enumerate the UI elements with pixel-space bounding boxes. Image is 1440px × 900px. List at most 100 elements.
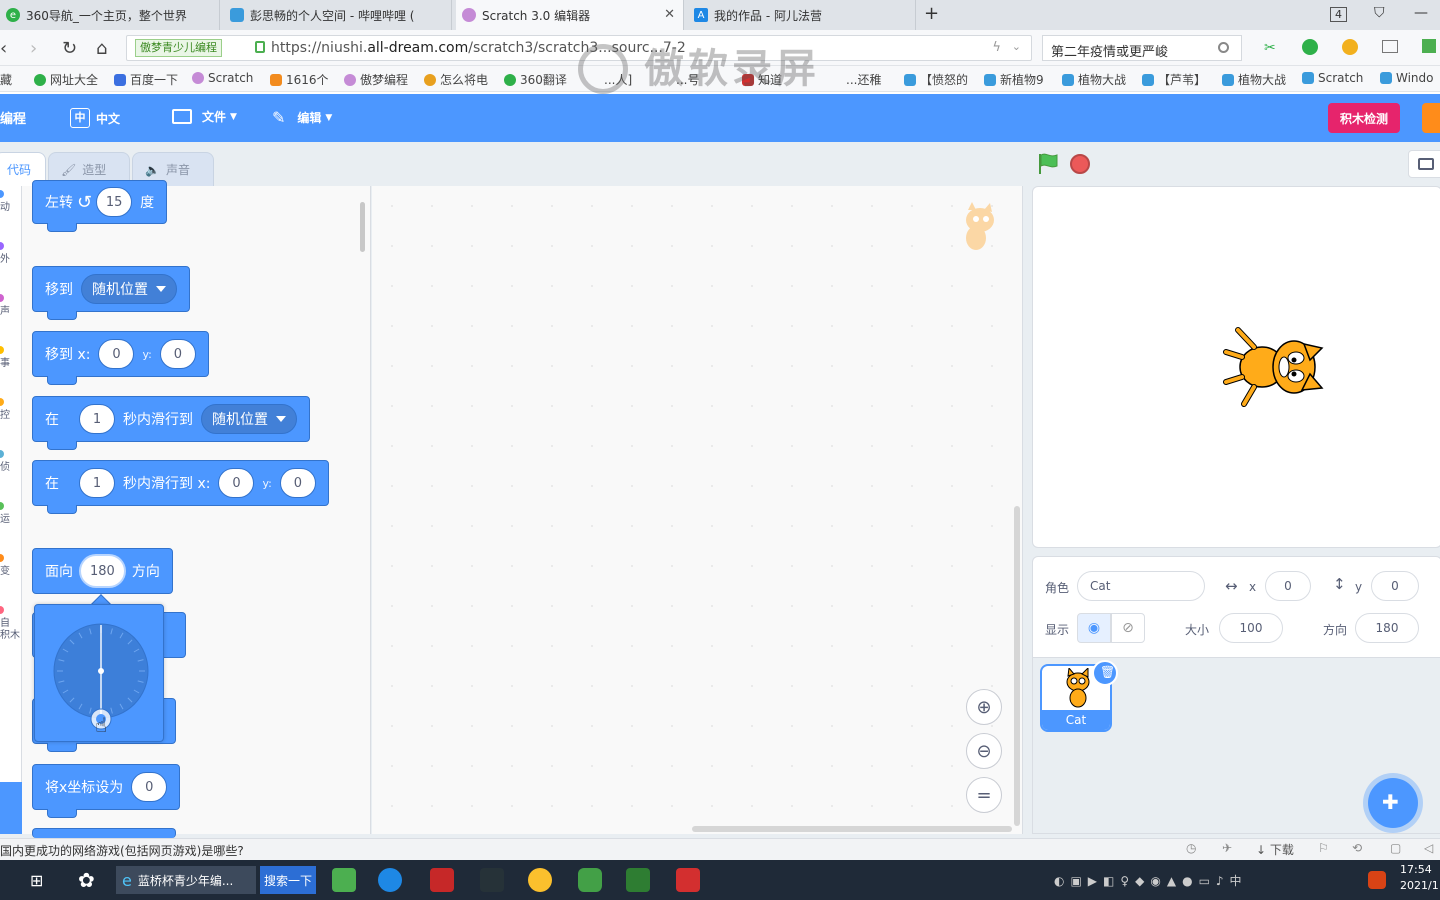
category-events[interactable]: 事 <box>0 346 10 369</box>
bookmark-item[interactable]: ...还稚 <box>846 71 881 88</box>
pin-icon[interactable]: ✈ <box>1222 841 1232 855</box>
history-icon[interactable]: ⟲ <box>1352 841 1362 855</box>
bookmark-item[interactable]: Scratch <box>1302 71 1363 85</box>
show-sprite-button[interactable]: ◉ <box>1077 613 1111 643</box>
coin-icon[interactable] <box>1342 39 1358 55</box>
block-goto-xy[interactable]: 移到 x: 0 y: 0 <box>32 331 209 385</box>
block-next[interactable] <box>32 828 176 838</box>
minimize-icon[interactable]: — <box>1414 5 1428 21</box>
workspace-hscrollbar[interactable] <box>692 826 1012 832</box>
hide-sprite-button[interactable]: ⊘ <box>1111 613 1145 643</box>
add-sprite-button[interactable]: ✚ <box>1368 778 1418 828</box>
sprite-name-input[interactable]: Cat <box>1077 571 1205 601</box>
sprite-size-input[interactable]: 100 <box>1219 613 1283 643</box>
download-item[interactable]: ↓ 下载 <box>1256 841 1294 858</box>
taskbar-app-ie[interactable]: e 蓝桥杯青少年编... <box>116 866 256 894</box>
bookmark-item[interactable]: 【芦苇】 <box>1142 71 1206 88</box>
workspace-vscrollbar[interactable] <box>1014 506 1020 826</box>
360-browser-icon[interactable] <box>332 868 356 892</box>
bird-icon[interactable] <box>480 868 504 892</box>
system-clock[interactable]: 17:54 2021/1 <box>1400 862 1440 894</box>
wechat-icon[interactable] <box>578 868 602 892</box>
reload-icon[interactable]: ↻ <box>62 38 77 59</box>
block-glide-xy[interactable]: 在 1 秒内滑行到 x: 0 y: 0 <box>32 460 329 514</box>
code-workspace[interactable]: ⊕ ⊖ = <box>372 186 1023 834</box>
bookmark-item[interactable]: 百度一下 <box>114 71 178 88</box>
category-control[interactable]: 控 <box>0 398 10 421</box>
goto-target-dropdown[interactable]: 随机位置 <box>81 274 177 304</box>
bookmark-item[interactable]: 1616个 <box>270 71 329 88</box>
scissors-icon[interactable]: ✂ <box>1264 40 1276 56</box>
bookmark-item[interactable]: 植物大战 <box>1222 71 1286 88</box>
category-variables[interactable]: 变 <box>0 554 10 577</box>
search-input[interactable]: 第二年疫情或更严峻 <box>1042 35 1242 61</box>
status-text[interactable]: 国内更成功的网络游戏(包括网页游戏)是哪些? <box>0 842 244 859</box>
bookmark-item[interactable]: 傲梦编程 <box>344 71 408 88</box>
red-app-icon[interactable] <box>676 868 700 892</box>
chevron-down-icon[interactable]: ⌄ <box>1012 40 1021 53</box>
ime-icon[interactable] <box>1368 871 1386 889</box>
recorder-icon[interactable] <box>430 868 454 892</box>
sound-icon[interactable]: ◁ <box>1424 841 1433 855</box>
tab-bilibili[interactable]: 彭思畅的个人空间 - 哔哩哔哩 ( <box>224 0 452 30</box>
task-view-icon[interactable]: ⊞ <box>30 866 43 894</box>
bookmark-item[interactable]: 360翻译 <box>504 71 567 88</box>
category-sensing[interactable]: 侦 <box>0 450 10 473</box>
language-menu[interactable]: 中 中文 <box>70 108 120 128</box>
stop-icon[interactable] <box>1070 154 1090 174</box>
sprite-x-input[interactable]: 0 <box>1265 571 1311 601</box>
zoom-reset-button[interactable]: = <box>966 777 1002 813</box>
shirt-icon[interactable]: ⛉ <box>1374 5 1385 21</box>
tab-count-badge[interactable]: 4 <box>1330 7 1347 22</box>
close-icon[interactable]: ✕ <box>664 7 675 22</box>
goto-y-input[interactable]: 0 <box>159 339 196 369</box>
file-menu[interactable]: 文件 ▼ <box>172 108 237 125</box>
category-operators[interactable]: 运 <box>0 502 10 525</box>
url-input[interactable]: 傲梦青少儿编程 https://niushi.all-dream.com/scr… <box>126 35 1032 61</box>
glide-y-input[interactable]: 0 <box>279 468 316 498</box>
window-icon[interactable]: ▢ <box>1390 841 1401 855</box>
glide-x-input[interactable]: 0 <box>218 468 255 498</box>
sprite-direction-input[interactable]: 180 <box>1355 613 1419 643</box>
tab-scratch-editor[interactable]: Scratch 3.0 编辑器 ✕ <box>456 0 684 30</box>
palette-scrollbar[interactable] <box>360 202 365 252</box>
block-goto[interactable]: 移到 随机位置 <box>32 266 190 320</box>
zoom-in-button[interactable]: ⊕ <box>966 689 1002 725</box>
bookmark-item[interactable]: Windo <box>1380 71 1434 85</box>
category-motion[interactable]: 动 <box>0 190 10 213</box>
glide-xy-secs-input[interactable]: 1 <box>79 468 115 498</box>
block-set-x[interactable]: 将x坐标设为 0 <box>32 764 181 818</box>
block-turn-left[interactable]: 左转 ↺ 15 度 <box>32 180 168 232</box>
translate-icon[interactable] <box>1302 39 1318 55</box>
glide-secs-input[interactable]: 1 <box>79 404 115 434</box>
bookmark-item[interactable]: 怎么将电 <box>424 71 488 88</box>
apps-icon[interactable] <box>1422 39 1436 53</box>
stage-size-toggle[interactable] <box>1408 150 1440 178</box>
sprite-y-input[interactable]: 0 <box>1371 571 1419 601</box>
pinwheel-icon[interactable]: ✿ <box>78 866 95 894</box>
delete-sprite-button[interactable]: 🗑 <box>1092 660 1118 686</box>
category-extension[interactable]: 积木 <box>0 626 20 641</box>
edit-menu[interactable]: ✎ 编辑 ▼ <box>272 108 332 127</box>
home-icon[interactable]: ⌂ <box>96 38 107 59</box>
bookmark-item[interactable]: 植物大战 <box>1062 71 1126 88</box>
turn-degrees-input[interactable]: 15 <box>96 187 133 217</box>
edge-icon[interactable] <box>378 868 402 892</box>
new-tab-icon[interactable]: + <box>924 3 939 24</box>
bookmark-item[interactable]: Scratch <box>192 71 253 85</box>
add-extension-button[interactable] <box>0 782 22 834</box>
bookmark-item[interactable]: 新植物9 <box>984 71 1044 88</box>
green-flag-icon[interactable] <box>1036 152 1060 176</box>
block-glide[interactable]: 在 1 秒内滑行到 随机位置 <box>32 396 310 450</box>
orange-button[interactable] <box>1422 103 1440 133</box>
block-point-direction[interactable]: 面向 180 方向 <box>32 548 173 594</box>
bookmark-item[interactable]: 网址大全 <box>34 71 98 88</box>
tab-360-home[interactable]: e 360导航_一个主页，整个世界 <box>0 0 220 30</box>
stage[interactable] <box>1032 186 1440 548</box>
flag-icon[interactable]: ⚐ <box>1318 841 1329 855</box>
glide-target-dropdown[interactable]: 随机位置 <box>201 404 297 434</box>
taskbar-search-button[interactable]: 搜索一下 <box>260 866 316 894</box>
zoom-out-button[interactable]: ⊖ <box>966 733 1002 769</box>
bookmark-item[interactable]: 藏 <box>0 71 12 88</box>
direction-dial-popup[interactable]: ☝ <box>34 604 164 742</box>
